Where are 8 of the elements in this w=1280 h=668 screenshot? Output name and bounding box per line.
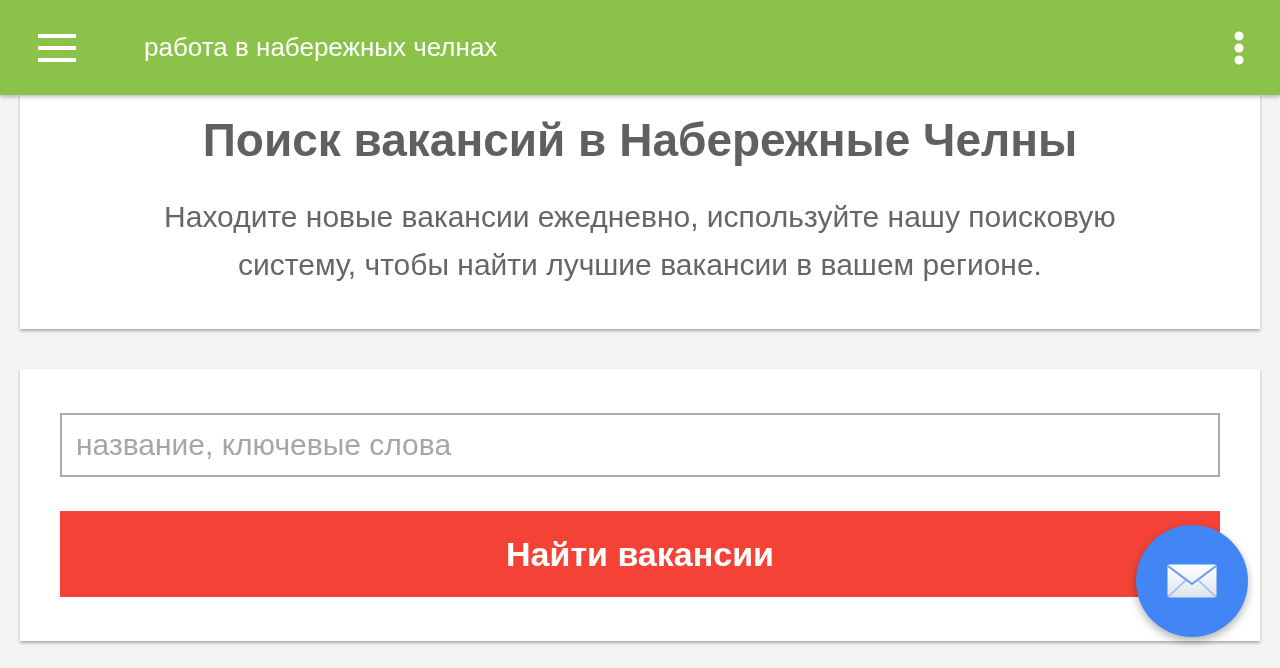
intro-text: Находите новые вакансии ежедневно, используйте нашу поисковую систему, чтобы найти лучшие вакансии в вашем регионе. [163,199,1117,283]
app-title: работа в набережных челнах [144,32,498,63]
search-field[interactable]: название, ключевые слова [60,413,1220,477]
menu-icon[interactable] [38,33,76,62]
page-heading: Поиск вакансий в Набережные Челны [201,113,1079,168]
find-jobs-button[interactable]: Найти вакансии [60,511,1220,597]
envelope-icon [1167,564,1217,598]
more-options-icon[interactable] [1234,30,1244,65]
